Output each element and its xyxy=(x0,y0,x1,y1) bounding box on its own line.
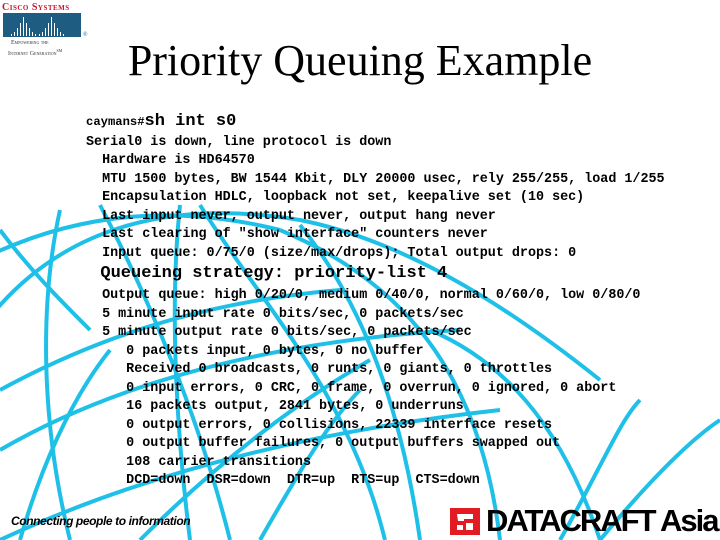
output-line: 0 output buffer failures, 0 output buffe… xyxy=(86,436,561,451)
cli-command: sh int s0 xyxy=(144,112,237,131)
output-line: Hardware is HD64570 xyxy=(86,153,255,168)
output-line: 0 input errors, 0 CRC, 0 frame, 0 overru… xyxy=(86,381,617,396)
slide-title: Priority Queuing Example xyxy=(127,36,593,85)
output-line: Last clearing of "show interface" counte… xyxy=(86,227,488,242)
output-line: 5 minute output rate 0 bits/sec, 0 packe… xyxy=(86,325,472,340)
output-line: Last input never, output never, output h… xyxy=(86,209,496,224)
output-line: Encapsulation HDLC, loopback not set, ke… xyxy=(86,190,585,205)
output-line: Received 0 broadcasts, 0 runts, 0 giants… xyxy=(86,362,553,377)
output-line: 16 packets output, 2841 bytes, 0 underru… xyxy=(86,399,464,414)
output-line: DCD=down DSR=down DTR=up RTS=up CTS=down xyxy=(86,473,480,488)
output-line: 0 packets input, 0 bytes, 0 no buffer xyxy=(86,344,424,359)
footer-tagline: Connecting people to information xyxy=(11,514,191,528)
output-line: Input queue: 0/75/0 (size/max/drops); To… xyxy=(86,246,577,261)
output-line: 108 carrier transitions xyxy=(86,455,311,470)
globe-arc xyxy=(44,209,72,540)
output-line: 0 output errors, 0 collisions, 22339 int… xyxy=(86,418,553,433)
cisco-wordmark: Cisco Systems xyxy=(2,2,70,13)
cisco-bridge-icon xyxy=(3,13,81,37)
datacraft-wordmark: DATACRAFT Asia xyxy=(486,503,719,538)
command-line: caymans#sh int s0 xyxy=(86,112,237,131)
output-line: MTU 1500 bytes, BW 1544 Kbit, DLY 20000 … xyxy=(86,172,665,187)
output-line: Serial0 is down, line protocol is down xyxy=(86,135,392,150)
queueing-strategy-line: Queueing strategy: priority-list 4 xyxy=(80,264,448,283)
datacraft-mark-icon xyxy=(450,508,480,535)
output-line: Output queue: high 0/20/0, medium 0/40/0… xyxy=(86,288,641,303)
cli-prompt: caymans# xyxy=(86,115,145,129)
output-line: 5 minute input rate 0 bits/sec, 0 packet… xyxy=(86,307,464,322)
